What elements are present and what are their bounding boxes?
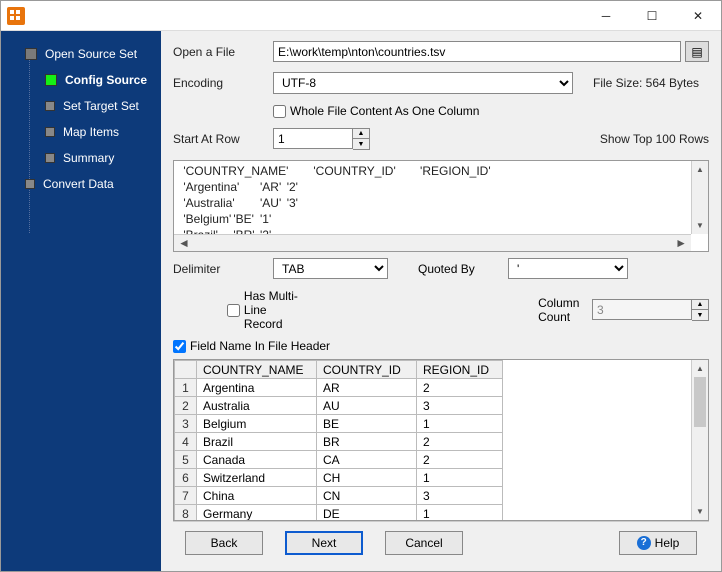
table-row[interactable]: 2AustraliaAU3 bbox=[175, 397, 503, 415]
encoding-select[interactable]: UTF-8 bbox=[273, 72, 573, 94]
colcount-input bbox=[592, 299, 692, 320]
table-row[interactable]: 4BrazilBR2 bbox=[175, 433, 503, 451]
sidebar-item-label: Open Source Set bbox=[45, 47, 137, 61]
close-button[interactable]: ✕ bbox=[675, 1, 721, 31]
sidebar-item-map-items[interactable]: Map Items bbox=[1, 119, 161, 145]
grid-header[interactable]: COUNTRY_NAME bbox=[197, 361, 317, 379]
sidebar-item-label: Convert Data bbox=[43, 177, 114, 191]
folder-icon: ▤ bbox=[691, 45, 702, 59]
spin-down-icon: ▼ bbox=[692, 310, 708, 320]
help-icon: ? bbox=[637, 536, 651, 550]
open-file-label: Open a File bbox=[173, 45, 273, 59]
sidebar-item-label: Map Items bbox=[63, 125, 119, 139]
start-row-input[interactable] bbox=[273, 128, 353, 149]
minimize-button[interactable]: ─ bbox=[583, 1, 629, 31]
colcount-label: Column Count bbox=[538, 296, 592, 324]
browse-button[interactable]: ▤ bbox=[685, 41, 709, 62]
table-row[interactable]: 5CanadaCA2 bbox=[175, 451, 503, 469]
start-row-label: Start At Row bbox=[173, 132, 273, 146]
colcount-spinner: ▲▼ bbox=[592, 299, 709, 321]
field-header-label: Field Name In File Header bbox=[190, 339, 330, 353]
preview-scrollbar[interactable]: ▲▼ bbox=[691, 161, 708, 234]
spin-up-icon[interactable]: ▲ bbox=[353, 129, 369, 139]
table-row[interactable]: 3BelgiumBE1 bbox=[175, 415, 503, 433]
multiline-checkbox[interactable] bbox=[227, 304, 240, 317]
show-top-label: Show Top 100 Rows bbox=[600, 132, 709, 146]
table-row[interactable]: 7ChinaCN3 bbox=[175, 487, 503, 505]
whole-file-checkbox[interactable] bbox=[273, 105, 286, 118]
delimiter-label: Delimiter bbox=[173, 262, 273, 276]
field-header-checkbox[interactable] bbox=[173, 340, 186, 353]
raw-preview-content: 'COUNTRY_NAME' 'COUNTRY_ID' 'REGION_ID' … bbox=[174, 161, 708, 236]
filesize-label: File Size: 564 Bytes bbox=[593, 76, 699, 90]
cancel-button[interactable]: Cancel bbox=[385, 531, 463, 555]
app-icon bbox=[7, 7, 25, 25]
help-button[interactable]: ?Help bbox=[619, 531, 697, 555]
multiline-label: Has Multi-Line Record bbox=[244, 289, 300, 331]
sidebar-item-label: Set Target Set bbox=[63, 99, 139, 113]
delimiter-select[interactable]: TAB bbox=[273, 258, 388, 279]
file-path-input[interactable] bbox=[273, 41, 681, 62]
table-row[interactable]: 1ArgentinaAR2 bbox=[175, 379, 503, 397]
quoted-label: Quoted By bbox=[418, 262, 508, 276]
grid-header[interactable]: REGION_ID bbox=[417, 361, 503, 379]
next-button[interactable]: Next bbox=[285, 531, 363, 555]
sidebar-item-summary[interactable]: Summary bbox=[1, 145, 161, 171]
back-button[interactable]: Back bbox=[185, 531, 263, 555]
sidebar-item-label: Summary bbox=[63, 151, 114, 165]
whole-file-label: Whole File Content As One Column bbox=[290, 104, 479, 118]
spin-down-icon[interactable]: ▼ bbox=[353, 139, 369, 149]
table-row[interactable]: 6SwitzerlandCH1 bbox=[175, 469, 503, 487]
spin-up-icon: ▲ bbox=[692, 300, 708, 310]
sidebar-item-convert-data[interactable]: Convert Data bbox=[1, 171, 161, 197]
wizard-sidebar: Open Source Set Config Source Set Target… bbox=[1, 31, 161, 571]
maximize-button[interactable]: ☐ bbox=[629, 1, 675, 31]
titlebar: ─ ☐ ✕ bbox=[1, 1, 721, 31]
grid-header[interactable]: COUNTRY_ID bbox=[317, 361, 417, 379]
quoted-select[interactable]: ' bbox=[508, 258, 628, 279]
preview-hscrollbar[interactable]: ◄► bbox=[174, 234, 691, 251]
sidebar-item-set-target-set[interactable]: Set Target Set bbox=[1, 93, 161, 119]
data-grid[interactable]: COUNTRY_NAMECOUNTRY_IDREGION_ID1Argentin… bbox=[173, 359, 709, 521]
sidebar-item-open-source-set[interactable]: Open Source Set bbox=[1, 41, 161, 67]
grid-scrollbar[interactable]: ▲▼ bbox=[691, 360, 708, 520]
encoding-label: Encoding bbox=[173, 76, 273, 90]
start-row-spinner[interactable]: ▲▼ bbox=[273, 128, 370, 150]
raw-preview: 'COUNTRY_NAME' 'COUNTRY_ID' 'REGION_ID' … bbox=[173, 160, 709, 252]
sidebar-item-label: Config Source bbox=[65, 73, 147, 87]
table-row[interactable]: 8GermanyDE1 bbox=[175, 505, 503, 521]
sidebar-item-config-source[interactable]: Config Source bbox=[1, 67, 161, 93]
